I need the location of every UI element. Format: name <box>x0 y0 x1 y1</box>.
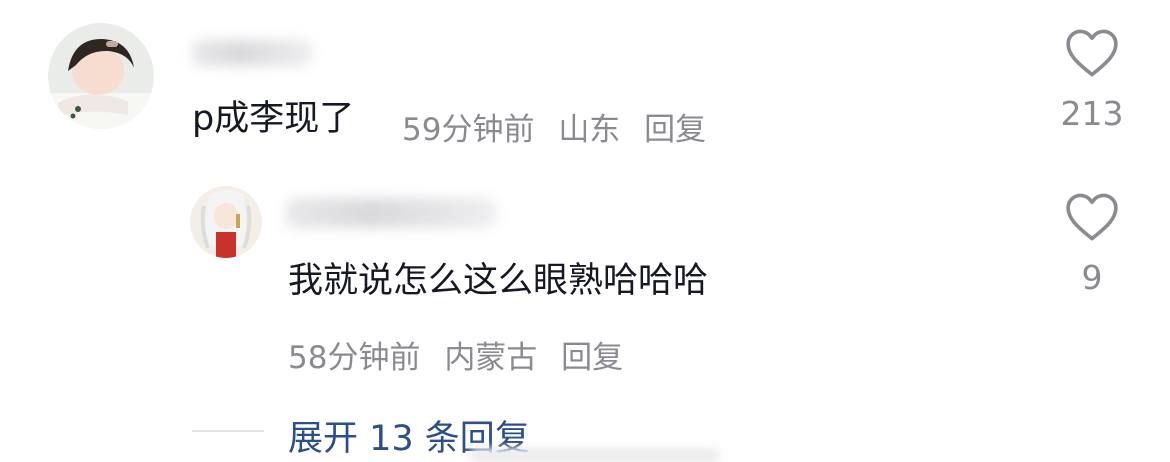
avatar-photo <box>48 23 154 129</box>
comment-meta: 58分钟前 内蒙古 回复 <box>288 332 623 377</box>
heart-outline-icon <box>1066 29 1118 77</box>
avatar-illustration <box>190 186 262 258</box>
like-button[interactable]: 213 <box>1050 28 1134 133</box>
reply-button[interactable]: 回复 <box>561 340 623 376</box>
avatar[interactable] <box>48 23 154 129</box>
comment-location: 山东 <box>558 112 621 148</box>
username-blurred[interactable] <box>286 198 496 228</box>
comment-text: 我就说怎么这么眼熟哈哈哈 <box>288 261 709 301</box>
reply-button[interactable]: 回复 <box>644 112 706 148</box>
like-count: 9 <box>1081 258 1103 297</box>
like-count: 213 <box>1060 94 1124 133</box>
expand-divider <box>192 430 264 432</box>
comment-time: 59分钟前 <box>402 112 535 148</box>
avatar[interactable] <box>190 186 262 258</box>
comment-location: 内蒙古 <box>444 340 538 376</box>
username-blurred[interactable] <box>192 40 312 66</box>
like-button[interactable]: 9 <box>1050 192 1134 297</box>
heart-outline-icon <box>1066 193 1118 241</box>
comment-time: 58分钟前 <box>288 340 421 376</box>
comment-meta: 59分钟前 山东 回复 <box>402 104 706 149</box>
comment-text: p成李现了 <box>192 99 355 139</box>
